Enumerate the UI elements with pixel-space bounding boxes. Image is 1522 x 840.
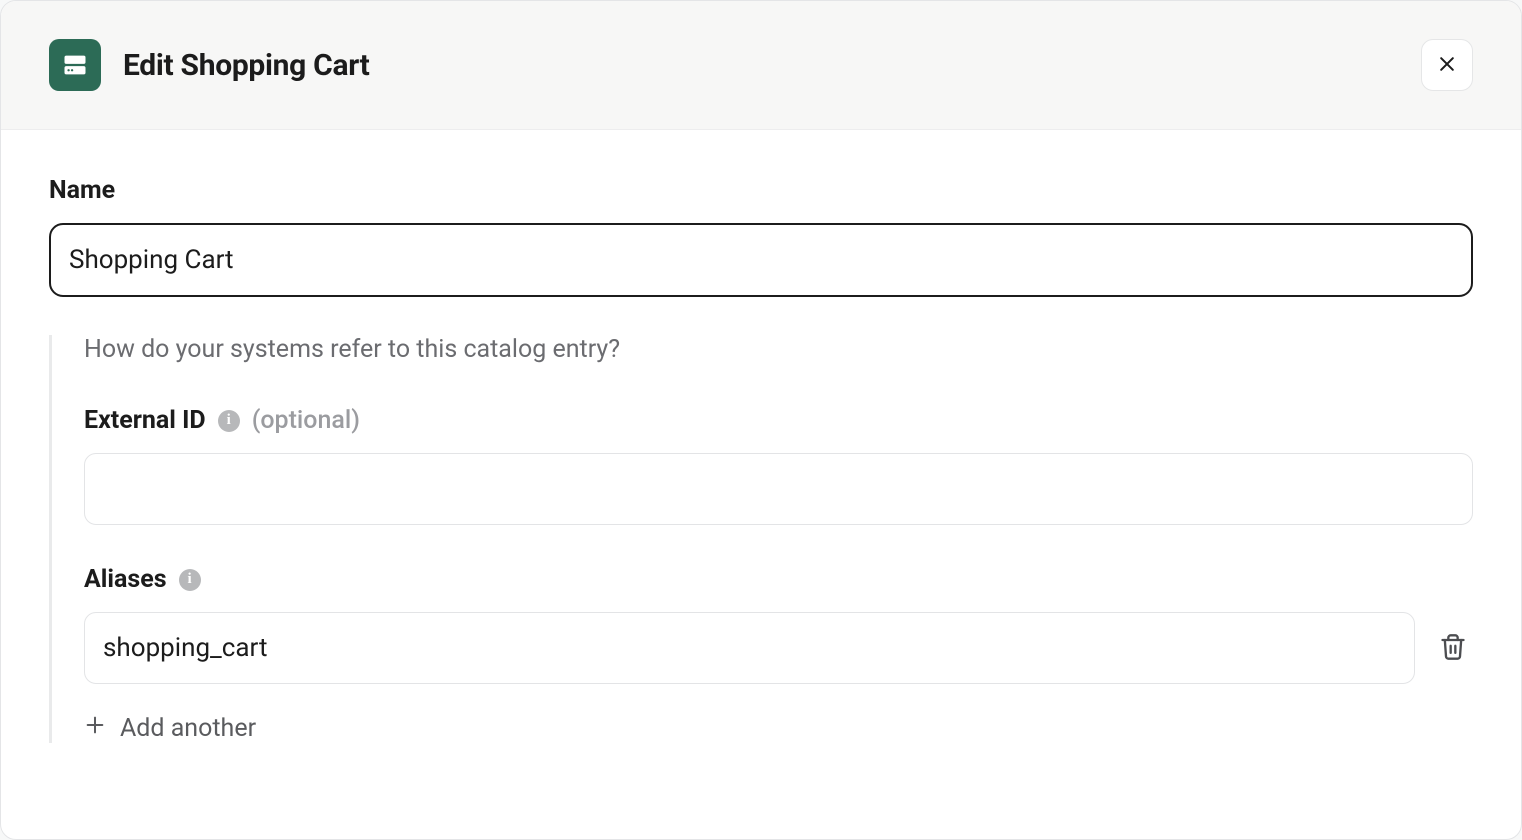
name-field-group: Name	[49, 176, 1473, 297]
modal-header: Edit Shopping Cart	[1, 1, 1521, 130]
modal-body: Name How do your systems refer to this c…	[1, 130, 1521, 839]
external-id-label-row: External ID i (optional)	[84, 406, 1473, 435]
external-id-field-group: External ID i (optional)	[84, 406, 1473, 525]
name-input[interactable]	[49, 223, 1473, 297]
aliases-label: Aliases	[84, 565, 167, 594]
header-left: Edit Shopping Cart	[49, 39, 370, 91]
close-button[interactable]	[1421, 39, 1473, 91]
add-another-button[interactable]: Add another	[84, 714, 256, 743]
helper-text: How do your systems refer to this catalo…	[84, 335, 1473, 364]
alias-input[interactable]	[84, 612, 1415, 684]
catalog-entry-icon	[49, 39, 101, 91]
aliases-label-row: Aliases i	[84, 565, 1473, 594]
edit-modal: Edit Shopping Cart Name How do your syst…	[0, 0, 1522, 840]
aliases-field-group: Aliases i	[84, 565, 1473, 743]
trash-icon	[1439, 633, 1467, 664]
external-id-label: External ID	[84, 406, 206, 435]
name-label: Name	[49, 176, 1473, 205]
close-icon	[1437, 54, 1457, 77]
plus-icon	[84, 714, 106, 743]
info-icon[interactable]: i	[218, 410, 240, 432]
sub-section: How do your systems refer to this catalo…	[49, 335, 1473, 743]
delete-alias-button[interactable]	[1433, 627, 1473, 670]
modal-title: Edit Shopping Cart	[123, 48, 370, 83]
add-another-label: Add another	[120, 714, 256, 743]
optional-tag: (optional)	[252, 406, 360, 435]
external-id-input[interactable]	[84, 453, 1473, 525]
info-icon[interactable]: i	[179, 569, 201, 591]
alias-row	[84, 612, 1473, 684]
